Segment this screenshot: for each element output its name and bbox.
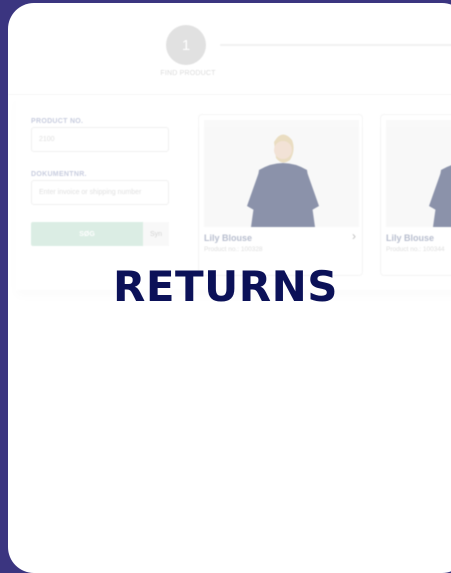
product-number: Product no.: 100344: [386, 246, 445, 253]
product-card[interactable]: Lily Blouse Product no.: 100328 ›: [198, 114, 363, 276]
search-button[interactable]: SØG: [31, 222, 143, 246]
product-no-label: PRODUCT NO.: [31, 118, 84, 125]
product-no-input[interactable]: 2100: [31, 127, 169, 152]
model-image: [386, 120, 451, 227]
product-number: Product no.: 100328: [204, 246, 263, 253]
step-progress-line: [220, 44, 451, 46]
stepper: 1 FIND PRODUCT: [8, 3, 451, 95]
product-photo: [386, 120, 451, 227]
document-input[interactable]: Enter invoice or shipping number: [31, 180, 169, 205]
step-circle[interactable]: 1: [166, 25, 206, 65]
product-name: Lily Blouse: [386, 233, 435, 243]
returns-title: RETURNS: [112, 262, 339, 311]
document-label: DOKUMENTNR.: [31, 171, 87, 178]
chevron-right-icon[interactable]: ›: [352, 229, 356, 243]
step-label: FIND PRODUCT: [160, 70, 216, 77]
model-image: [204, 120, 359, 227]
sync-button[interactable]: Syn: [143, 222, 169, 246]
product-card[interactable]: Lily Blouse Product no.: 100344: [380, 114, 451, 276]
product-name: Lily Blouse: [204, 233, 253, 243]
product-photo: [204, 120, 359, 227]
